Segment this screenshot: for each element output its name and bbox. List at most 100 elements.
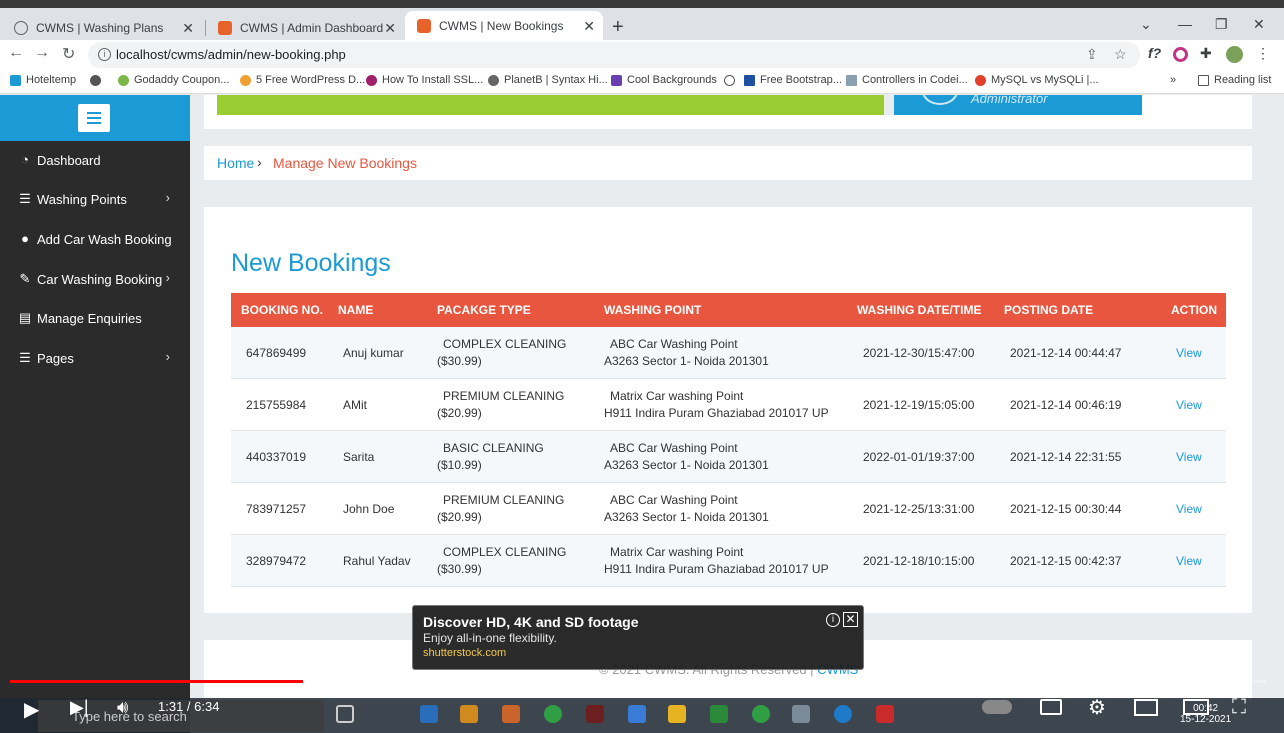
extension-icon[interactable] [1173,47,1188,62]
app-icon[interactable] [586,705,604,723]
posting-date: 2021-12-15 00:30:44 [1010,502,1122,516]
list-icon: ☰ [19,191,31,206]
sidebar-item-add-car-wash-booking[interactable]: ● Add Car Wash Booking [0,221,190,257]
folder-icon[interactable] [668,705,686,723]
extension-icon[interactable]: f? [1148,45,1161,61]
sidebar-item-label: Washing Points [37,192,127,207]
next-icon[interactable]: ▶| [70,697,89,718]
view-link[interactable]: View [1176,450,1202,464]
browser-tab[interactable]: CWMS | Admin Dashboard ✕ [206,13,404,43]
hamburger-menu-icon[interactable] [78,104,110,132]
info-icon[interactable]: i [826,613,840,627]
fullscreen-icon[interactable]: ⛶ [1232,696,1246,719]
bookmark-item[interactable]: Cool Backgrounds [611,74,717,86]
app-icon[interactable] [420,705,438,723]
reading-list-button[interactable]: Reading list [1198,74,1271,86]
puzzle-icon[interactable]: ✚ [1200,45,1212,62]
forward-icon[interactable]: → [34,44,50,62]
admin-banner: Administrator [894,95,1142,115]
volume-icon[interactable]: 🔊︎ [117,697,128,718]
package-price: ($20.99) [437,510,482,524]
bookmark-item[interactable]: 5 Free WordPress D... [240,74,365,86]
share-icon[interactable]: ⇪ [1086,46,1098,63]
menu-dots-icon[interactable]: ⋮ [1256,45,1270,62]
browser-toolbar: ← → ↻ i localhost/cwms/admin/new-booking… [0,40,1284,70]
view-link[interactable]: View [1176,346,1202,360]
address-bar[interactable]: i localhost/cwms/admin/new-booking.php ⇪… [88,42,1140,68]
package-price: ($30.99) [437,354,482,368]
view-link[interactable]: View [1176,554,1202,568]
washing-point-address: A3263 Sector 1- Noida 201301 [604,458,769,472]
package-price: ($10.99) [437,458,482,472]
tab-title: CWMS | Washing Plans [36,21,164,35]
close-icon[interactable]: ✕ [583,11,595,41]
bookmark-item[interactable]: PlanetB | Syntax Hi... [488,74,608,86]
avatar[interactable] [1226,46,1243,63]
browser-tab[interactable]: CWMS | Washing Plans ✕ [2,13,202,43]
posting-date: 2021-12-14 22:31:55 [1010,450,1122,464]
bookmark-item[interactable]: Hoteltemp [10,74,76,86]
close-icon[interactable]: ✕ [384,13,396,43]
app-icon[interactable] [460,705,478,723]
app-icon[interactable] [876,705,894,723]
chrome-icon[interactable] [752,705,770,723]
browser-tab-strip: CWMS | Washing Plans ✕ CWMS | Admin Dash… [0,0,1284,40]
play-icon[interactable]: ▶ [24,697,39,722]
back-icon[interactable]: ← [8,44,24,62]
video-progress-bar[interactable] [10,680,1266,683]
ad-link[interactable]: shutterstock.com [423,647,506,659]
bookmark-item[interactable]: Controllers in Codei... [846,74,968,86]
chrome-icon[interactable] [544,705,562,723]
sidebar-item-dashboard[interactable]: ◔ Dashboard [0,142,190,178]
package-price: ($20.99) [437,406,482,420]
bookmark-icon [366,75,377,86]
bookmark-item[interactable]: MySQL vs MySQLi |... [975,74,1099,86]
view-link[interactable]: View [1176,502,1202,516]
washing-point-name: Matrix Car washing Point [610,545,744,559]
bookmark-item[interactable]: Godaddy Coupon... [118,74,229,86]
task-view-icon[interactable] [336,705,354,723]
settings-icon[interactable]: ⚙ [1088,695,1106,720]
new-tab-button[interactable]: + [612,16,624,39]
sidebar-item-car-washing-booking[interactable]: ✎ Car Washing Booking › [0,261,190,297]
miniplayer-icon[interactable] [1134,699,1158,716]
app-icon[interactable] [710,705,728,723]
table-row: 647869499 Anuj kumar COMPLEX CLEANING ($… [231,327,1226,379]
tab-title: CWMS | Admin Dashboard [240,21,384,35]
view-link[interactable]: View [1176,398,1202,412]
close-window-button[interactable]: ✕ [1253,16,1265,33]
app-icon[interactable] [628,705,646,723]
url-text[interactable]: localhost/cwms/admin/new-booking.php [116,47,346,62]
autoplay-toggle[interactable] [982,700,1012,714]
bookmark-icon [846,75,857,86]
edge-icon[interactable] [834,705,852,723]
breadcrumb-home-link[interactable]: Home [217,155,254,171]
star-icon[interactable]: ☆ [1114,46,1127,63]
app-icon[interactable] [792,705,810,723]
minimize-button[interactable]: — [1178,16,1192,32]
customer-name: John Doe [343,502,395,516]
washing-point-name: ABC Car Washing Point [610,337,738,351]
washing-date: 2022-01-01/19:37:00 [863,450,975,464]
close-icon[interactable]: ✕ [182,13,194,43]
video-ad-overlay[interactable]: Discover HD, 4K and SD footage Enjoy all… [412,605,864,670]
page-title: New Bookings [231,249,391,277]
bookmarks-overflow-icon[interactable]: » [1170,74,1176,86]
sidebar-item-manage-enquiries[interactable]: ▤ Manage Enquiries [0,300,190,336]
subtitles-icon[interactable] [1040,699,1062,715]
maximize-button[interactable]: ❐ [1215,16,1228,33]
sidebar-item-washing-points[interactable]: ☰ Washing Points › [0,181,190,217]
customer-name: Sarita [343,450,375,464]
site-info-icon[interactable]: i [98,48,111,61]
app-icon[interactable] [502,705,520,723]
bookmark-item[interactable]: Free Bootstrap... [744,74,842,86]
close-icon[interactable]: ✕ [843,612,858,627]
tab-search-icon[interactable]: ⌄ [1140,16,1152,33]
theater-mode-icon[interactable] [1183,699,1209,715]
browser-tab-active[interactable]: CWMS | New Bookings ✕ [405,11,603,40]
reload-icon[interactable]: ↻ [62,44,75,64]
sidebar-item-pages[interactable]: ☰ Pages › [0,340,190,376]
bookmark-item[interactable]: How To Install SSL... [366,74,483,86]
edit-icon: ✎ [19,271,31,286]
column-header: PACAKGE TYPE [437,303,531,317]
